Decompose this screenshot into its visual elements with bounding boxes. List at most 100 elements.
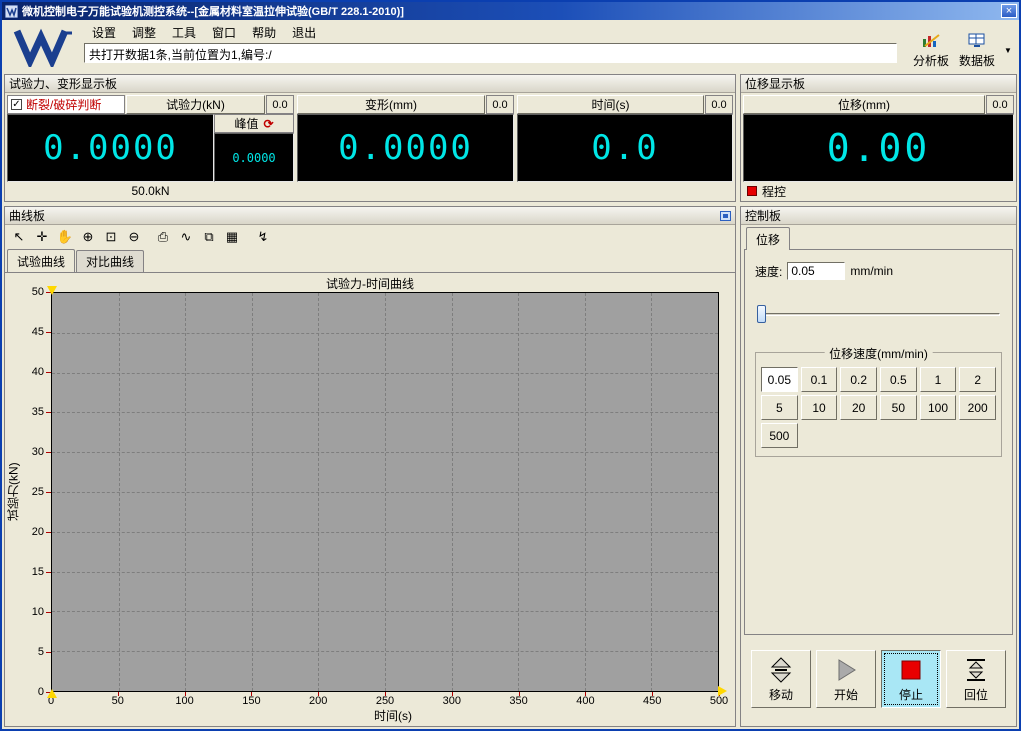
header: 设置调整工具窗口帮助退出 共打开数据1条,当前位置为1,编号:/ 分析板 数据板…	[2, 20, 1019, 72]
curve-tabs: 试验曲线对比曲线	[5, 249, 735, 272]
move-button-label: 移动	[769, 686, 793, 703]
curve-tab-0[interactable]: 试验曲线	[7, 249, 75, 272]
x-tick-mark	[318, 692, 319, 696]
peak-label: 峰值	[234, 115, 258, 132]
speed-slider[interactable]	[755, 304, 1002, 324]
export-window-icon[interactable]: ⧉	[198, 227, 220, 247]
x-tick-label: 500	[710, 695, 728, 707]
x-tick-mark	[452, 692, 453, 696]
signal-icon[interactable]: ↯	[252, 227, 274, 247]
program-control-indicator	[747, 186, 757, 196]
program-control-label: 程控	[762, 183, 786, 200]
undock-panel-icon[interactable]	[720, 211, 731, 221]
data-panel-button[interactable]: 数据板	[955, 33, 999, 69]
menu-item-3[interactable]: 窗口	[204, 22, 244, 43]
y-tick-label: 5	[38, 646, 44, 658]
speed-option-50[interactable]: 50	[880, 395, 917, 420]
x-tick-label: 300	[443, 695, 461, 707]
speed-option-10[interactable]: 10	[801, 395, 838, 420]
return-button[interactable]: 回位	[946, 650, 1006, 708]
close-button[interactable]: ×	[1001, 4, 1017, 18]
speed-option-500[interactable]: 500	[761, 423, 798, 448]
displacement-panel-header: 位移显示板	[741, 75, 1016, 93]
brand-logo	[6, 21, 84, 70]
curve-panel-header: 曲线板	[5, 207, 735, 225]
speed-input[interactable]	[787, 262, 845, 280]
start-icon	[833, 656, 859, 684]
stop-button[interactable]: 停止	[881, 650, 941, 708]
menu-item-5[interactable]: 退出	[284, 22, 324, 43]
peak-reset-icon[interactable]: ⟳	[263, 117, 273, 131]
move-button[interactable]: 移动	[751, 650, 811, 708]
speed-option-0.5[interactable]: 0.5	[880, 367, 917, 392]
dropdown-arrow-icon[interactable]: ▼	[1001, 46, 1015, 69]
select-cursor-icon[interactable]: ↖	[8, 227, 30, 247]
speed-option-2[interactable]: 2	[959, 367, 996, 392]
force-display: 0.0000	[7, 114, 214, 182]
y-tick-label: 45	[32, 326, 44, 338]
plot-area[interactable]	[51, 292, 719, 692]
speed-groupbox: 位移速度(mm/min) 0.050.10.20.512510205010020…	[755, 352, 1002, 457]
speed-option-200[interactable]: 200	[959, 395, 996, 420]
y-gridline	[52, 373, 718, 374]
data-label: 数据板	[959, 52, 995, 69]
data-table-icon[interactable]: ▦	[221, 227, 243, 247]
y-gridline	[52, 611, 718, 612]
slider-thumb[interactable]	[757, 305, 766, 323]
header-center: 设置调整工具窗口帮助退出 共打开数据1条,当前位置为1,编号:/	[84, 21, 897, 70]
speed-option-20[interactable]: 20	[840, 395, 877, 420]
curve-tab-1[interactable]: 对比曲线	[76, 250, 144, 272]
move-cross-icon[interactable]: ✛	[31, 227, 53, 247]
zoom-out-icon[interactable]: ⊖	[123, 227, 145, 247]
menu-item-1[interactable]: 调整	[124, 22, 164, 43]
y-gridline	[52, 651, 718, 652]
y-tick-label: 40	[32, 366, 44, 378]
x-tick-label: 350	[509, 695, 527, 707]
return-button-label: 回位	[964, 686, 988, 703]
displacement-header: 位移(mm)	[743, 95, 985, 114]
status-field[interactable]: 共打开数据1条,当前位置为1,编号:/	[84, 43, 897, 63]
y-gridline	[52, 492, 718, 493]
deform-small-value: 0.0	[486, 95, 514, 114]
analysis-icon	[922, 33, 940, 51]
menu-item-4[interactable]: 帮助	[244, 22, 284, 43]
slider-groove	[757, 313, 1000, 316]
y-gridline	[52, 532, 718, 533]
menu-item-0[interactable]: 设置	[84, 22, 124, 43]
control-panel-header: 控制板	[741, 207, 1016, 225]
title-bar: 微机控制电子万能试验机测控系统--[金属材料室温拉伸试验(GB/T 228.1-…	[2, 2, 1019, 20]
zoom-window-icon[interactable]: ⊡	[100, 227, 122, 247]
speed-option-1[interactable]: 1	[920, 367, 957, 392]
y-tick-label: 20	[32, 526, 44, 538]
deform-group: 变形(mm) 0.0 0.0000	[297, 95, 514, 200]
start-button[interactable]: 开始	[816, 650, 876, 708]
print-icon[interactable]: ⎙	[152, 227, 174, 247]
force-group: ✓ 断裂/破碎判断 试验力(kN) 0.0 0.0000 峰值 ⟳	[7, 95, 294, 200]
break-judge-checkbox[interactable]: ✓ 断裂/破碎判断	[7, 95, 125, 114]
force-range-label: 50.0kN	[7, 182, 294, 200]
speed-option-0.05[interactable]: 0.05	[761, 367, 798, 392]
pan-hand-icon[interactable]: ✋	[54, 227, 76, 247]
y-tick-label: 50	[32, 286, 44, 298]
tab-displacement[interactable]: 位移	[746, 227, 790, 250]
displacement-display: 0.00	[743, 114, 1014, 182]
speed-option-5[interactable]: 5	[761, 395, 798, 420]
zoom-in-icon[interactable]: ⊕	[77, 227, 99, 247]
speed-option-100[interactable]: 100	[920, 395, 957, 420]
speed-option-0.1[interactable]: 0.1	[801, 367, 838, 392]
x-tick-mark	[251, 692, 252, 696]
right-column: 位移显示板 位移(mm) 0.0 0.00 程控 控制板	[740, 74, 1017, 727]
y-tick-label: 30	[32, 446, 44, 458]
y-tick-label: 25	[32, 486, 44, 498]
control-panel: 控制板 位移 速度: mm/min	[740, 206, 1017, 727]
x-tick-label: 250	[376, 695, 394, 707]
move-icon	[768, 656, 794, 684]
peak-header: 峰值 ⟳	[214, 114, 294, 133]
checkbox-icon: ✓	[11, 99, 22, 110]
time-header: 时间(s)	[517, 95, 704, 114]
x-tick-label: 50	[112, 695, 124, 707]
curve-options-icon[interactable]: ∿	[175, 227, 197, 247]
analysis-panel-button[interactable]: 分析板	[909, 33, 953, 69]
speed-option-0.2[interactable]: 0.2	[840, 367, 877, 392]
menu-item-2[interactable]: 工具	[164, 22, 204, 43]
